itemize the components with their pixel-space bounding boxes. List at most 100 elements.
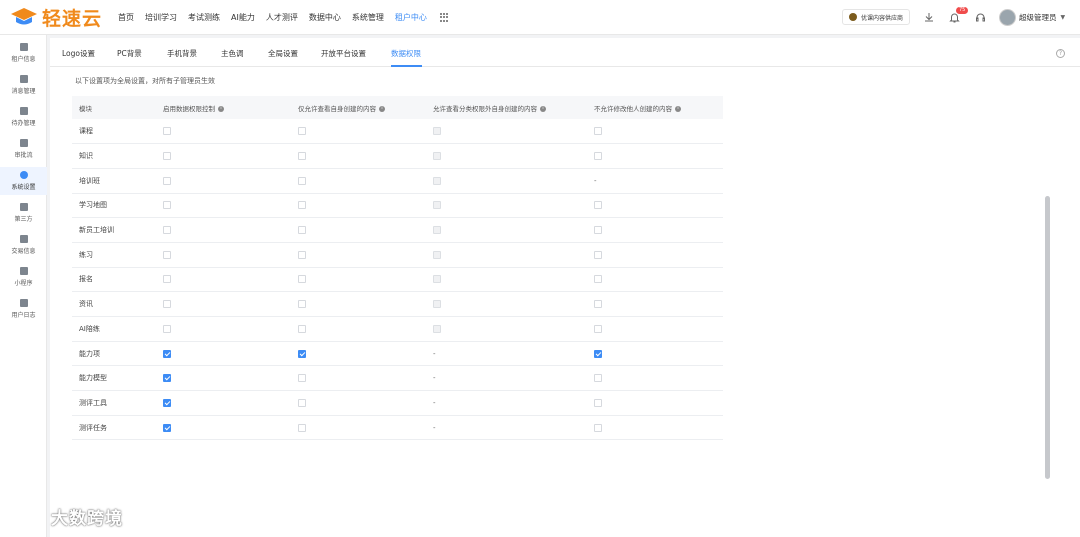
table-row: 学习地图 <box>72 193 723 218</box>
info-icon[interactable]: i <box>675 105 681 112</box>
permission-checkbox[interactable] <box>163 398 171 407</box>
permission-checkbox[interactable] <box>163 275 171 284</box>
permission-cell <box>587 242 723 267</box>
permission-checkbox[interactable] <box>163 250 171 259</box>
sidebar-icon <box>19 267 28 275</box>
tab-4[interactable]: 全局设置 <box>268 48 298 59</box>
settings-tabs: Logo设置 PC背景 手机背景 主色调 全局设置 开放平台设置 数据权限 <box>50 38 1080 67</box>
tab-6[interactable]: 数据权限 <box>391 48 421 59</box>
grid-icon[interactable] <box>439 13 449 22</box>
sidebar-item-1[interactable]: 消息管理 <box>0 71 47 99</box>
permission-checkbox[interactable] <box>163 300 171 309</box>
nav-item-2[interactable]: 考试测练 <box>188 12 220 23</box>
permission-checkbox[interactable] <box>163 152 171 161</box>
permission-checkbox[interactable] <box>163 423 171 432</box>
permission-checkbox[interactable] <box>594 349 602 358</box>
logo[interactable]: 轻速云 <box>10 6 102 30</box>
sidebar-item-label: 待办管理 <box>11 120 36 127</box>
nav-item-4[interactable]: 人才测评 <box>266 12 298 23</box>
permission-checkbox[interactable] <box>163 201 171 210</box>
nav-item-0[interactable]: 首页 <box>118 12 134 23</box>
permission-checkbox[interactable] <box>163 176 171 185</box>
info-icon[interactable]: i <box>218 105 224 112</box>
permission-checkbox[interactable] <box>298 250 306 259</box>
download-icon[interactable] <box>922 10 936 24</box>
permission-checkbox[interactable] <box>298 324 306 333</box>
permission-cell <box>426 168 587 193</box>
permission-checkbox[interactable] <box>594 324 602 333</box>
watermark: 大数跨境 <box>8 504 123 529</box>
sidebar-item-3[interactable]: 审批流 <box>0 135 47 163</box>
tab-1[interactable]: PC背景 <box>117 48 142 59</box>
tab-0[interactable]: Logo设置 <box>62 48 95 59</box>
tab-5[interactable]: 开放平台设置 <box>321 48 366 59</box>
permission-checkbox[interactable] <box>594 300 602 309</box>
help-icon[interactable]: ? <box>1056 49 1065 58</box>
nav-item-1[interactable]: 培训学习 <box>145 12 177 23</box>
permission-cell <box>426 193 587 218</box>
permission-checkbox[interactable] <box>594 374 602 383</box>
permission-cell <box>291 292 426 317</box>
caret-down-icon: ▼ <box>1060 14 1066 21</box>
permission-checkbox[interactable] <box>594 226 602 235</box>
partner-badge[interactable]: 优课内容供应商 <box>842 9 911 25</box>
permission-checkbox[interactable] <box>298 127 306 136</box>
permission-checkbox[interactable] <box>298 201 306 210</box>
permission-checkbox[interactable] <box>298 275 306 284</box>
main-content: Logo设置 PC背景 手机背景 主色调 全局设置 开放平台设置 数据权限 ? 以下设置项为… <box>50 38 1080 537</box>
permission-cell <box>426 119 587 144</box>
permission-checkbox[interactable] <box>298 176 306 185</box>
table-row: 练习 <box>72 242 723 268</box>
permission-checkbox[interactable] <box>163 349 171 358</box>
tab-3[interactable]: 主色调 <box>221 48 244 59</box>
permission-cell <box>587 341 723 366</box>
permission-checkbox[interactable] <box>594 250 602 259</box>
permission-checkbox[interactable] <box>594 201 602 210</box>
permission-checkbox[interactable] <box>298 374 306 383</box>
permission-cell <box>587 415 723 440</box>
sidebar-item-6[interactable]: 交易信息 <box>0 231 47 259</box>
nav-item-7[interactable]: 租户中心 <box>395 12 427 23</box>
permission-checkbox[interactable] <box>298 423 306 432</box>
column-header-label: 启用数据权限控制 <box>163 104 215 113</box>
sidebar-item-8[interactable]: 用户日志 <box>0 295 47 323</box>
sidebar-item-0[interactable]: 租户信息 <box>0 39 47 67</box>
sidebar-item-2[interactable]: 待办管理 <box>0 103 47 131</box>
table-row: 报名 <box>72 267 723 292</box>
sidebar-item-5[interactable]: 第三方 <box>0 199 47 227</box>
table-row: 能力模型 - <box>72 366 723 391</box>
permission-checkbox[interactable] <box>594 275 602 284</box>
nav-item-3[interactable]: AI能力 <box>231 12 255 23</box>
permission-cell <box>587 144 723 169</box>
permission-checkbox[interactable] <box>298 398 306 407</box>
permission-checkbox[interactable] <box>298 152 306 161</box>
permission-cell <box>291 366 426 391</box>
headset-icon[interactable] <box>973 10 987 24</box>
permission-checkbox[interactable] <box>594 152 602 161</box>
permission-checkbox[interactable] <box>594 127 602 136</box>
permission-checkbox[interactable] <box>163 374 171 383</box>
module-name: AI陪练 <box>79 324 100 333</box>
permission-checkbox[interactable] <box>163 324 171 333</box>
table-row: 培训班 - <box>72 168 723 194</box>
sidebar-item-7[interactable]: 小程序 <box>0 263 47 291</box>
permission-checkbox <box>433 300 441 309</box>
info-icon[interactable]: i <box>540 105 546 112</box>
permission-checkbox[interactable] <box>163 127 171 136</box>
info-icon[interactable]: i <box>379 105 385 112</box>
permission-checkbox[interactable] <box>298 226 306 235</box>
permission-checkbox[interactable] <box>594 423 602 432</box>
sidebar-item-4[interactable]: 系统设置 <box>0 167 47 195</box>
permission-checkbox[interactable] <box>163 226 171 235</box>
user-menu[interactable]: 超级管理员 ▼ <box>999 9 1065 26</box>
nav-item-5[interactable]: 数据中心 <box>309 12 341 23</box>
sidebar-item-label: 第三方 <box>14 216 33 223</box>
permission-checkbox[interactable] <box>594 398 602 407</box>
permission-checkbox[interactable] <box>298 300 306 309</box>
tab-2[interactable]: 手机背景 <box>167 48 197 59</box>
scrollbar[interactable] <box>1045 196 1050 479</box>
permission-checkbox[interactable] <box>298 349 306 358</box>
permission-cell <box>587 193 723 218</box>
permission-checkbox <box>433 250 441 259</box>
nav-item-6[interactable]: 系统管理 <box>352 12 384 23</box>
